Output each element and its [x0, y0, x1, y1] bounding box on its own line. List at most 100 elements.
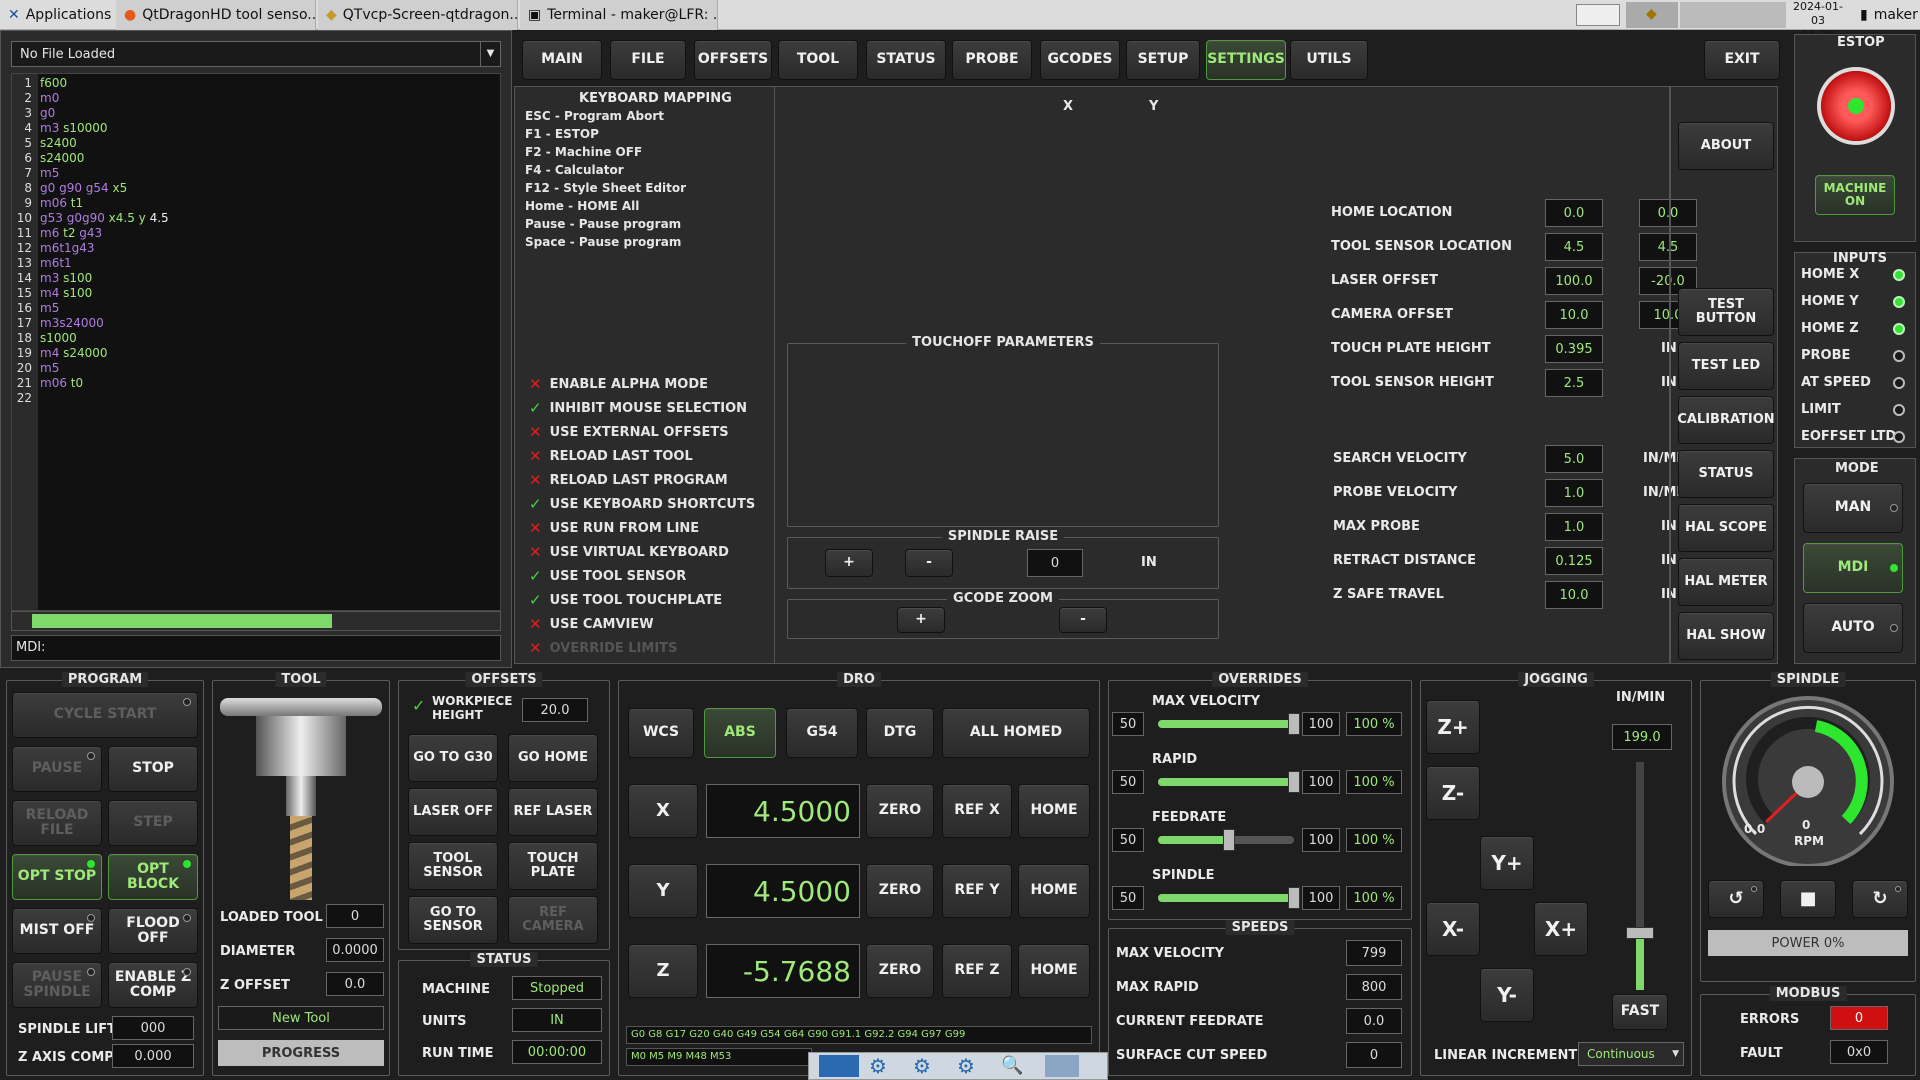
option-reload-last-tool[interactable]: ✕ RELOAD LAST TOOL — [529, 447, 693, 465]
touchoff-field[interactable]: 10.0 — [1545, 581, 1603, 609]
home-z-button[interactable]: HOME — [1018, 944, 1090, 998]
mdi-input[interactable]: MDI: — [11, 635, 501, 661]
tab-tool[interactable]: TOOL — [778, 40, 858, 80]
tab-file[interactable]: FILE — [610, 40, 686, 80]
estop-button[interactable] — [1821, 71, 1891, 141]
tab-settings[interactable]: SETTINGS — [1206, 40, 1286, 80]
side-test-led-button[interactable]: TEST LED — [1678, 342, 1774, 390]
workspace-pager[interactable] — [1680, 2, 1786, 28]
applications-menu[interactable]: ✕ Applications — [0, 0, 112, 30]
tab-utils[interactable]: UTILS — [1290, 40, 1368, 80]
setting-y-field[interactable]: 4.5 — [1639, 233, 1697, 261]
spindle-cw-button[interactable]: ↻ — [1852, 880, 1908, 918]
ref-x-button[interactable]: REF X — [942, 784, 1012, 838]
enable-z-comp-button[interactable]: ENABLE Z COMP — [108, 962, 198, 1008]
spindle-ccw-button[interactable]: ↺ — [1708, 880, 1764, 918]
ref-y-button[interactable]: REF Y — [942, 864, 1012, 918]
offset-ref-laser-button[interactable]: REF LASER — [508, 788, 598, 836]
taskbar-app-firefox[interactable]: ● QtDragonHD tool senso... — [116, 0, 316, 30]
setting-x-field[interactable]: 0.0 — [1545, 199, 1603, 227]
zero-x-button[interactable]: ZERO — [866, 784, 934, 838]
gcode-editor[interactable]: 1 f600 2 m0 3 g0 4 m3 s10000 5 s2400 6 s24000 7 m5 8 g0… — [11, 73, 501, 611]
stop-button[interactable]: STOP — [108, 746, 198, 792]
pause-button[interactable]: PAUSE — [12, 746, 102, 792]
touchoff-field[interactable]: 5.0 — [1545, 445, 1603, 473]
side-hal-meter-button[interactable]: HAL METER — [1678, 558, 1774, 606]
jog-y-plus-button[interactable]: Y+ — [1480, 836, 1534, 890]
override-slider[interactable] — [1158, 829, 1294, 851]
linear-increment-select[interactable]: Continuous ▼ — [1578, 1042, 1684, 1066]
offset-touch-plate-button[interactable]: TOUCH PLATE — [508, 842, 598, 890]
option-use-run-from-line[interactable]: ✕ USE RUN FROM LINE — [529, 519, 699, 537]
flood-button[interactable]: FLOOD OFF — [108, 908, 198, 954]
setting-y-field[interactable]: 0.0 — [1639, 199, 1697, 227]
chevron-down-icon[interactable]: ▼ — [480, 42, 500, 66]
cycle-start-button[interactable]: CYCLE START — [12, 692, 198, 738]
override-slider[interactable] — [1158, 713, 1300, 735]
step-button[interactable]: STEP — [108, 800, 198, 846]
setting-x-field[interactable]: 100.0 — [1545, 267, 1603, 295]
file-combo[interactable]: No File Loaded ▼ — [11, 41, 501, 67]
jog-z-plus-button[interactable]: Z+ — [1426, 700, 1480, 754]
taskbar-app-qtvcp[interactable]: ◆ QTvcp-Screen-qtdragon... — [318, 0, 518, 30]
reload-file-button[interactable]: RELOAD FILE — [12, 800, 102, 846]
tab-gcodes[interactable]: GCODES — [1040, 40, 1120, 80]
override-slider[interactable] — [1158, 887, 1300, 909]
mode-auto-button[interactable]: AUTO — [1803, 603, 1903, 653]
jog-z-minus-button[interactable]: Z- — [1426, 766, 1480, 820]
option-inhibit-mouse-selection[interactable]: ✓ INHIBIT MOUSE SELECTION — [529, 399, 747, 417]
offset-ref-camera-button[interactable]: REF CAMERA — [508, 896, 598, 944]
tab-offsets[interactable]: OFFSETS — [694, 40, 772, 80]
machine-on-button[interactable]: MACHINE ON — [1815, 175, 1895, 215]
zero-z-button[interactable]: ZERO — [866, 944, 934, 998]
gcode-zoom-plus-button[interactable]: + — [897, 607, 945, 633]
home-y-button[interactable]: HOME — [1018, 864, 1090, 918]
offset-go-to-g30-button[interactable]: GO TO G30 — [408, 734, 498, 782]
offset-go-to-sensor-button[interactable]: GO TO SENSOR — [408, 896, 498, 944]
option-reload-last-program[interactable]: ✕ RELOAD LAST PROGRAM — [529, 471, 728, 489]
settings-gear-icon[interactable]: ⚙ — [957, 1055, 991, 1077]
workspace-2[interactable]: ◆ — [1626, 2, 1678, 28]
wcs-button[interactable]: WCS — [628, 708, 694, 758]
search-icon[interactable]: 🔍 — [1001, 1055, 1035, 1077]
scrollbar-thumb[interactable] — [32, 614, 332, 628]
tab-setup[interactable]: SETUP — [1126, 40, 1200, 80]
folder-icon[interactable] — [1045, 1055, 1079, 1077]
mist-button[interactable]: MIST OFF — [12, 908, 102, 954]
pause-spindle-button[interactable]: PAUSE SPINDLE — [12, 962, 102, 1008]
fast-button[interactable]: FAST — [1612, 994, 1668, 1030]
mode-mdi-button[interactable]: MDI — [1803, 543, 1903, 593]
zero-y-button[interactable]: ZERO — [866, 864, 934, 918]
all-homed-button[interactable]: ALL HOMED — [942, 708, 1090, 758]
tab-probe[interactable]: PROBE — [952, 40, 1032, 80]
option-enable-alpha-mode[interactable]: ✕ ENABLE ALPHA MODE — [529, 375, 708, 393]
dtg-button[interactable]: DTG — [866, 708, 934, 758]
side-hal-show-button[interactable]: HAL SHOW — [1678, 612, 1774, 660]
option-use-camview[interactable]: ✕ USE CAMVIEW — [529, 615, 654, 633]
exit-button[interactable]: EXIT — [1704, 40, 1780, 80]
gcode-zoom-minus-button[interactable]: - — [1059, 607, 1107, 633]
spindle-raise-minus-button[interactable]: - — [905, 549, 953, 577]
side-about-button[interactable]: ABOUT — [1678, 122, 1774, 170]
jog-x-minus-button[interactable]: X- — [1426, 902, 1480, 956]
spindle-stop-button[interactable]: ■ — [1780, 880, 1836, 918]
spindle-raise-plus-button[interactable]: + — [825, 549, 873, 577]
jog-y-minus-button[interactable]: Y- — [1480, 968, 1534, 1022]
opt-block-button[interactable]: OPT BLOCK — [108, 854, 198, 900]
g54-button[interactable]: G54 — [786, 708, 858, 758]
abs-button[interactable]: ABS — [704, 708, 776, 758]
workpiece-height-field[interactable]: 20.0 — [522, 698, 588, 722]
option-override-limits[interactable]: ✕ OVERRIDE LIMITS — [529, 639, 677, 657]
side-test-button-button[interactable]: TEST BUTTON — [1678, 288, 1774, 336]
ref-z-button[interactable]: REF Z — [942, 944, 1012, 998]
override-handle[interactable] — [1223, 829, 1235, 851]
offset-tool-sensor-button[interactable]: TOOL SENSOR — [408, 842, 498, 890]
settings-gear-icon[interactable]: ⚙ — [869, 1055, 903, 1077]
option-use-external-offsets[interactable]: ✕ USE EXTERNAL OFFSETS — [529, 423, 729, 441]
option-use-keyboard-shortcuts[interactable]: ✓ USE KEYBOARD SHORTCUTS — [529, 495, 755, 513]
desktop-icon[interactable] — [819, 1055, 859, 1077]
home-x-button[interactable]: HOME — [1018, 784, 1090, 838]
mode-man-button[interactable]: MAN — [1803, 483, 1903, 533]
spindle-raise-value[interactable]: 0 — [1027, 549, 1083, 577]
jog-x-plus-button[interactable]: X+ — [1534, 902, 1588, 956]
